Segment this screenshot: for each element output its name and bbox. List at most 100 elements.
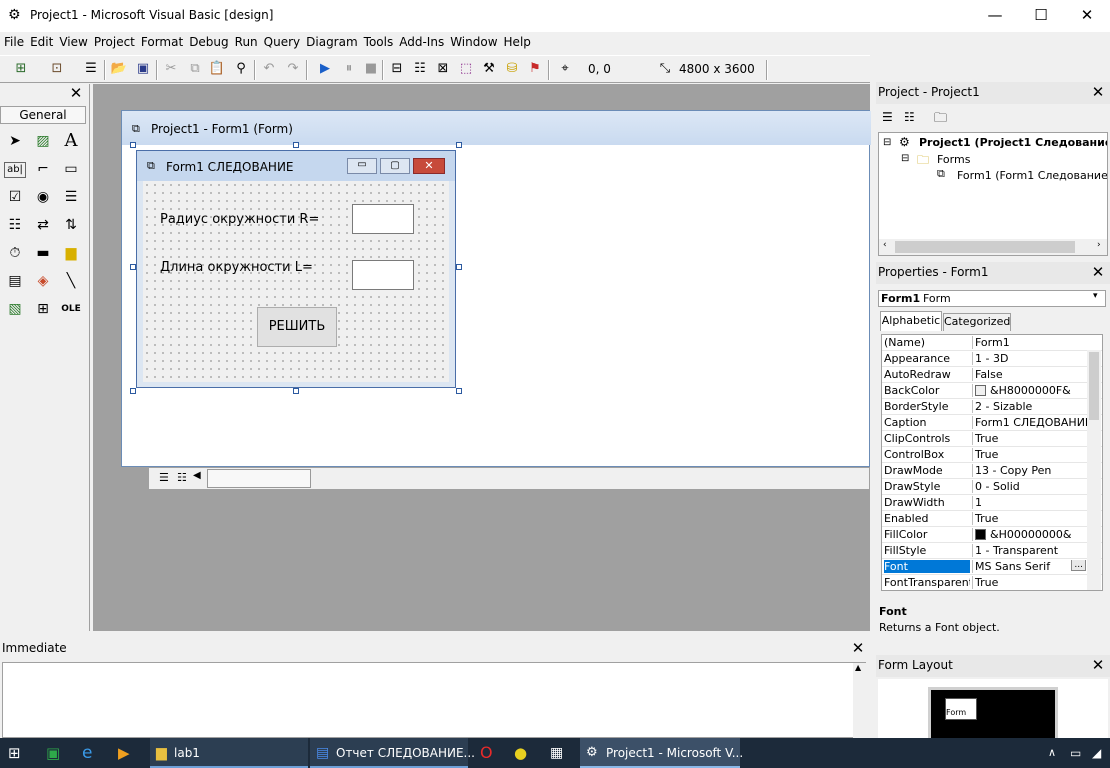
redo-icon[interactable]: ↷ <box>284 60 302 78</box>
property-value[interactable]: 0 - Solid <box>972 480 1088 493</box>
menu-debug[interactable]: Debug <box>185 32 230 49</box>
component-manager-icon[interactable]: ⚑ <box>526 60 544 78</box>
properties-close-icon[interactable]: ✕ <box>1088 263 1108 283</box>
resize-handle[interactable] <box>293 388 299 394</box>
property-value[interactable]: True <box>972 448 1088 461</box>
project-close-icon[interactable]: ✕ <box>1088 83 1108 103</box>
scroll-thumb[interactable] <box>1089 352 1099 420</box>
properties-window-icon[interactable]: ☷ <box>411 60 429 78</box>
label-length[interactable]: Длина окружности L= <box>160 260 313 275</box>
textbox-length[interactable] <box>352 260 414 290</box>
menu-view[interactable]: View <box>55 32 89 49</box>
label-tool-icon[interactable]: A <box>60 130 82 152</box>
shape-tool-icon[interactable]: ◈ <box>32 270 54 292</box>
property-row[interactable]: AutoRedraw False <box>882 367 1102 383</box>
pointer-tool-icon[interactable]: ➤ <box>4 130 26 152</box>
opera-icon[interactable]: O <box>480 738 493 768</box>
designer-horizontal-scrollbar[interactable]: ☰ ☷ ◀ <box>148 467 870 490</box>
battery-icon[interactable]: ▭ <box>1070 738 1081 768</box>
form-layout-icon[interactable]: ⊠ <box>434 60 452 78</box>
property-value[interactable]: True <box>972 576 1088 589</box>
minimize-button[interactable]: — <box>972 0 1018 32</box>
add-form-icon[interactable]: ⊡ <box>48 60 66 78</box>
menu-diagram[interactable]: Diagram <box>302 32 360 49</box>
maximize-button[interactable]: ☐ <box>1018 0 1064 32</box>
property-value[interactable]: &H00000000& <box>972 528 1088 541</box>
media-player-icon[interactable]: ▶ <box>118 738 130 768</box>
property-row[interactable]: FontTransparent True <box>882 575 1102 590</box>
property-row[interactable]: BorderStyle 2 - Sizable <box>882 399 1102 415</box>
scroll-thumb[interactable] <box>895 241 1075 253</box>
ellipsis-button[interactable]: ... <box>1071 560 1086 571</box>
hscrollbar-tool-icon[interactable]: ⇄ <box>32 214 54 236</box>
find-icon[interactable]: ⚲ <box>232 60 250 78</box>
property-value[interactable]: 1 - Transparent <box>972 544 1088 557</box>
menu-addins[interactable]: Add-Ins <box>395 32 446 49</box>
form-layout-close-icon[interactable]: ✕ <box>1088 656 1108 676</box>
view-code-icon[interactable]: ☰ <box>159 471 169 484</box>
view-object-icon[interactable]: ☷ <box>177 471 187 484</box>
network-icon[interactable]: ◢ <box>1092 738 1101 768</box>
menu-tools[interactable]: Tools <box>360 32 396 49</box>
property-row[interactable]: FillStyle 1 - Transparent <box>882 543 1102 559</box>
menu-window[interactable]: Window <box>446 32 499 49</box>
ole-tool-icon[interactable]: OLE <box>60 298 82 320</box>
chevron-down-icon[interactable]: ▾ <box>1093 291 1098 301</box>
cut-icon[interactable]: ✂ <box>162 60 180 78</box>
property-row[interactable]: Caption Form1 СЛЕДОВАНИЕ <box>882 415 1102 431</box>
copy-icon[interactable]: ⧉ <box>186 60 204 78</box>
property-value[interactable]: MS Sans Serif... <box>972 560 1088 573</box>
tab-alphabetic[interactable]: Alphabetic <box>880 311 942 331</box>
object-browser-icon[interactable]: ⬚ <box>457 60 475 78</box>
listbox-tool-icon[interactable]: ☷ <box>4 214 26 236</box>
forms-folder-node[interactable]: Forms <box>937 153 970 166</box>
save-icon[interactable]: ▣ <box>134 60 152 78</box>
menu-editor-icon[interactable]: ☰ <box>82 60 100 78</box>
scroll-left-icon[interactable]: ‹ <box>883 240 887 250</box>
undo-icon[interactable]: ↶ <box>260 60 278 78</box>
video-editor-icon[interactable]: ▦ <box>550 738 563 768</box>
view-code-icon[interactable]: ☰ <box>882 110 893 124</box>
property-value[interactable]: 13 - Copy Pen <box>972 464 1088 477</box>
edge-icon[interactable]: e <box>82 738 92 768</box>
property-row[interactable]: Appearance 1 - 3D <box>882 351 1102 367</box>
textbox-radius[interactable] <box>352 204 414 234</box>
chevron-up-icon[interactable]: ∧ <box>1048 738 1056 768</box>
collapse-icon[interactable]: ⊟ <box>883 137 891 148</box>
property-value[interactable]: 1 - 3D <box>972 352 1088 365</box>
break-icon[interactable]: ⏸ <box>340 60 358 78</box>
tree-horizontal-scrollbar[interactable]: ‹ › <box>879 239 1107 255</box>
drivelistbox-tool-icon[interactable]: ▬ <box>32 242 54 264</box>
menu-run[interactable]: Run <box>231 32 260 49</box>
start-icon[interactable]: ▶ <box>316 60 334 78</box>
menu-edit[interactable]: Edit <box>26 32 55 49</box>
commandbutton-tool-icon[interactable]: ▭ <box>60 158 82 180</box>
toolbox-icon[interactable]: ⚒ <box>480 60 498 78</box>
immediate-close-icon[interactable]: ✕ <box>848 639 868 659</box>
vscrollbar-tool-icon[interactable]: ⇅ <box>60 214 82 236</box>
scroll-left-icon[interactable]: ◀ <box>193 470 201 481</box>
immediate-scrollbar[interactable]: ▲ <box>853 663 866 738</box>
combobox-tool-icon[interactable]: ☰ <box>60 186 82 208</box>
data-view-icon[interactable]: ⛁ <box>503 60 521 78</box>
picturebox-tool-icon[interactable]: ▨ <box>32 130 54 152</box>
form1-client-area[interactable]: Радиус окружности R= Длина окружности L=… <box>143 181 449 382</box>
project-node[interactable]: Project1 (Project1 Следование.v <box>919 136 1107 149</box>
property-grid[interactable]: (Name) Form1 Appearance 1 - 3D AutoRedraw Fal… <box>881 334 1103 591</box>
menu-format[interactable]: Format <box>137 32 185 49</box>
excel-icon[interactable]: ▣ <box>46 738 60 768</box>
property-row[interactable]: DrawStyle 0 - Solid <box>882 479 1102 495</box>
collapse-icon[interactable]: ⊟ <box>901 153 909 164</box>
menu-help[interactable]: Help <box>500 32 533 49</box>
object-selector[interactable]: Form1 Form ▾ <box>878 290 1106 307</box>
close-button[interactable]: ✕ <box>1064 0 1110 32</box>
data-tool-icon[interactable]: ⊞ <box>32 298 54 320</box>
open-icon[interactable]: 📂 <box>110 60 128 78</box>
property-value[interactable]: 2 - Sizable <box>972 400 1088 413</box>
property-row[interactable]: BackColor &H8000000F& <box>882 383 1102 399</box>
property-row[interactable]: (Name) Form1 <box>882 335 1102 351</box>
resize-handle[interactable] <box>130 388 136 394</box>
filelistbox-tool-icon[interactable]: ▤ <box>4 270 26 292</box>
property-row[interactable]: DrawWidth 1 <box>882 495 1102 511</box>
resize-handle[interactable] <box>456 142 462 148</box>
